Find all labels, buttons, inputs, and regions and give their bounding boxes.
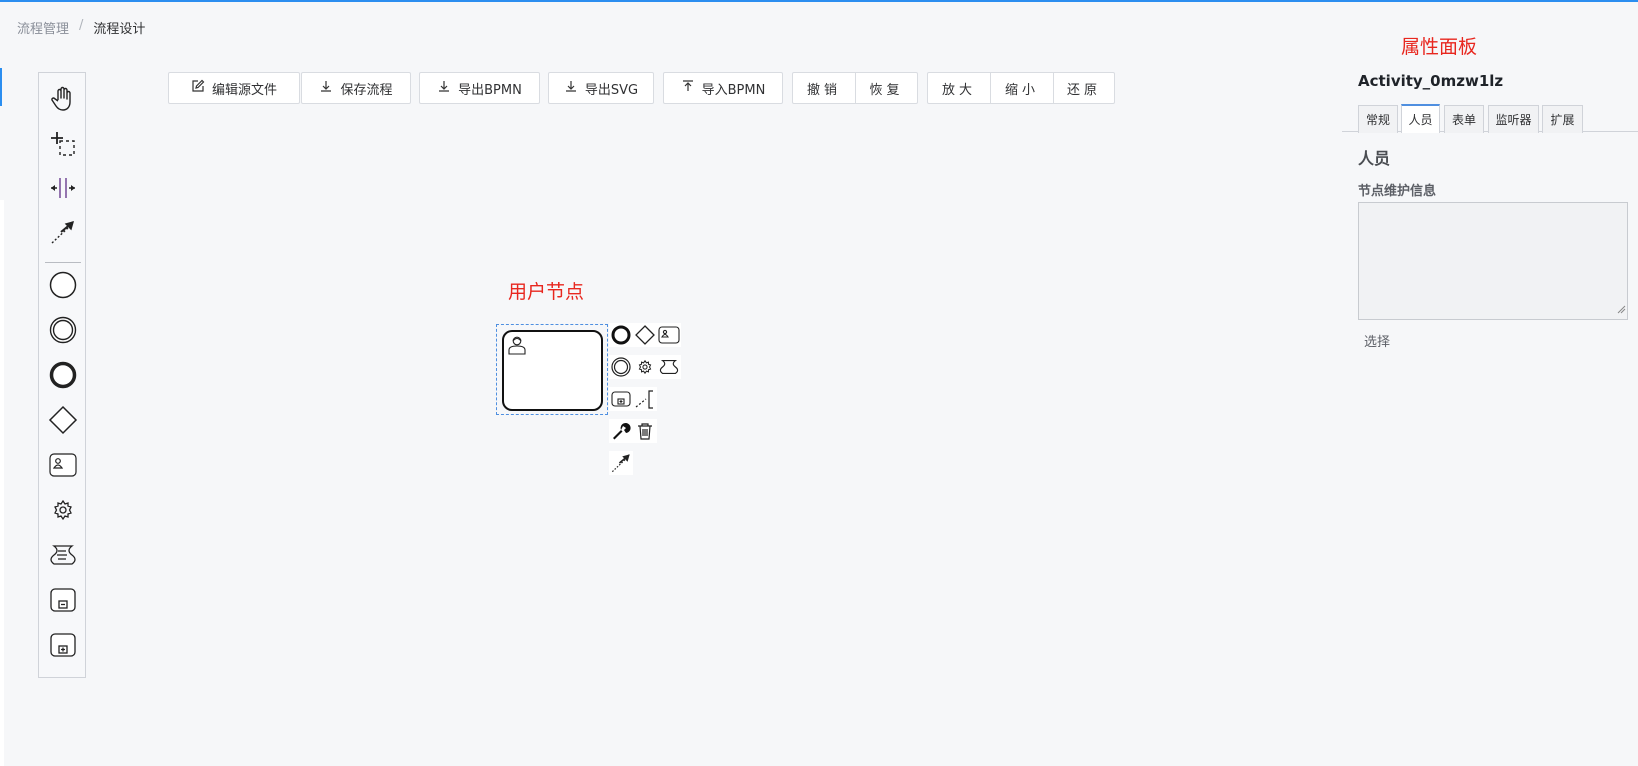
user-task-marker-icon bbox=[506, 334, 528, 360]
save-flow-label: 保存流程 bbox=[340, 82, 393, 98]
user-task-icon[interactable] bbox=[47, 449, 79, 481]
export-bpmn-label: 导出BPMN bbox=[458, 82, 522, 98]
append-end-event-icon[interactable] bbox=[609, 323, 633, 347]
download-icon bbox=[319, 79, 333, 97]
properties-panel-annotation: 属性面板 bbox=[1401, 36, 1478, 58]
service-task-icon[interactable] bbox=[47, 494, 79, 526]
connect-icon[interactable] bbox=[609, 451, 633, 475]
tab-extension[interactable]: 扩展 bbox=[1542, 105, 1583, 133]
export-bpmn-button[interactable]: 导出BPMN bbox=[419, 72, 540, 104]
append-subprocess-icon[interactable] bbox=[609, 387, 633, 411]
properties-tabs: 常规 人员 表单 监听器 扩展 bbox=[1342, 102, 1638, 133]
end-event-icon[interactable] bbox=[47, 359, 79, 391]
tab-assignee[interactable]: 人员 bbox=[1401, 104, 1440, 133]
import-bpmn-label: 导入BPMN bbox=[701, 82, 766, 98]
hand-tool-icon[interactable] bbox=[47, 83, 79, 115]
tab-general[interactable]: 常规 bbox=[1358, 105, 1398, 133]
export-svg-label: 导出SVG bbox=[584, 82, 639, 98]
change-to-service-task-icon[interactable] bbox=[633, 355, 657, 379]
delete-trash-icon[interactable] bbox=[633, 419, 657, 443]
element-id-title: Activity_0mzw1lz bbox=[1358, 72, 1504, 90]
download-icon bbox=[437, 79, 451, 97]
node-info-label: 节点维护信息 bbox=[1358, 184, 1437, 199]
zoom-button-group: 放大 缩小 还原 bbox=[927, 72, 1115, 104]
redo-button[interactable]: 恢复 bbox=[856, 73, 917, 103]
exclusive-gateway-icon[interactable] bbox=[47, 404, 79, 436]
intermediate-event-icon[interactable] bbox=[47, 314, 79, 346]
breadcrumb-parent[interactable]: 流程管理 bbox=[17, 18, 69, 37]
user-node-annotation: 用户节点 bbox=[508, 281, 585, 303]
upload-icon bbox=[681, 79, 695, 97]
zoom-in-button[interactable]: 放大 bbox=[928, 73, 991, 103]
global-connect-tool-icon[interactable] bbox=[47, 216, 79, 248]
undo-button[interactable]: 撤销 bbox=[793, 73, 856, 103]
tab-listener[interactable]: 监听器 bbox=[1488, 105, 1539, 133]
lasso-tool-icon[interactable] bbox=[47, 128, 79, 160]
save-flow-button[interactable]: 保存流程 bbox=[301, 72, 411, 104]
node-info-textarea[interactable] bbox=[1358, 202, 1628, 320]
section-title: 人员 bbox=[1358, 149, 1391, 168]
script-task-icon[interactable] bbox=[47, 539, 79, 571]
start-event-icon[interactable] bbox=[47, 269, 79, 301]
tab-form[interactable]: 表单 bbox=[1444, 105, 1484, 133]
zoom-out-button[interactable]: 缩小 bbox=[991, 73, 1054, 103]
append-gateway-icon[interactable] bbox=[633, 323, 657, 347]
breadcrumb-separator: / bbox=[79, 18, 84, 33]
export-svg-button[interactable]: 导出SVG bbox=[548, 72, 654, 104]
change-to-script-task-icon[interactable] bbox=[657, 355, 681, 379]
left-accent-bar bbox=[0, 68, 2, 106]
change-type-wrench-icon[interactable] bbox=[609, 419, 633, 443]
breadcrumb-current: 流程设计 bbox=[93, 22, 146, 37]
space-tool-icon[interactable] bbox=[47, 172, 79, 204]
left-gutter bbox=[0, 200, 4, 766]
resize-handle-icon[interactable] bbox=[1617, 303, 1626, 318]
breadcrumb: 流程管理 / 流程设计 bbox=[17, 18, 145, 37]
edit-icon bbox=[191, 79, 205, 97]
reset-zoom-button[interactable]: 还原 bbox=[1054, 73, 1114, 103]
select-button[interactable]: 选择 bbox=[1364, 331, 1390, 350]
top-accent-bar bbox=[0, 0, 1638, 2]
expanded-subprocess-icon[interactable] bbox=[47, 629, 79, 661]
append-text-annotation-icon[interactable] bbox=[633, 387, 657, 411]
tool-palette bbox=[38, 72, 86, 678]
history-button-group: 撤销 恢复 bbox=[792, 72, 918, 104]
collapsed-subprocess-icon[interactable] bbox=[47, 584, 79, 616]
palette-separator bbox=[45, 262, 81, 263]
user-task-element[interactable] bbox=[502, 330, 603, 411]
append-task-icon[interactable] bbox=[657, 323, 681, 347]
import-bpmn-button[interactable]: 导入BPMN bbox=[663, 72, 783, 104]
download-icon bbox=[564, 79, 578, 97]
append-intermediate-event-icon[interactable] bbox=[609, 355, 633, 379]
edit-source-button[interactable]: 编辑源文件 bbox=[168, 72, 300, 104]
edit-source-label: 编辑源文件 bbox=[211, 82, 277, 98]
